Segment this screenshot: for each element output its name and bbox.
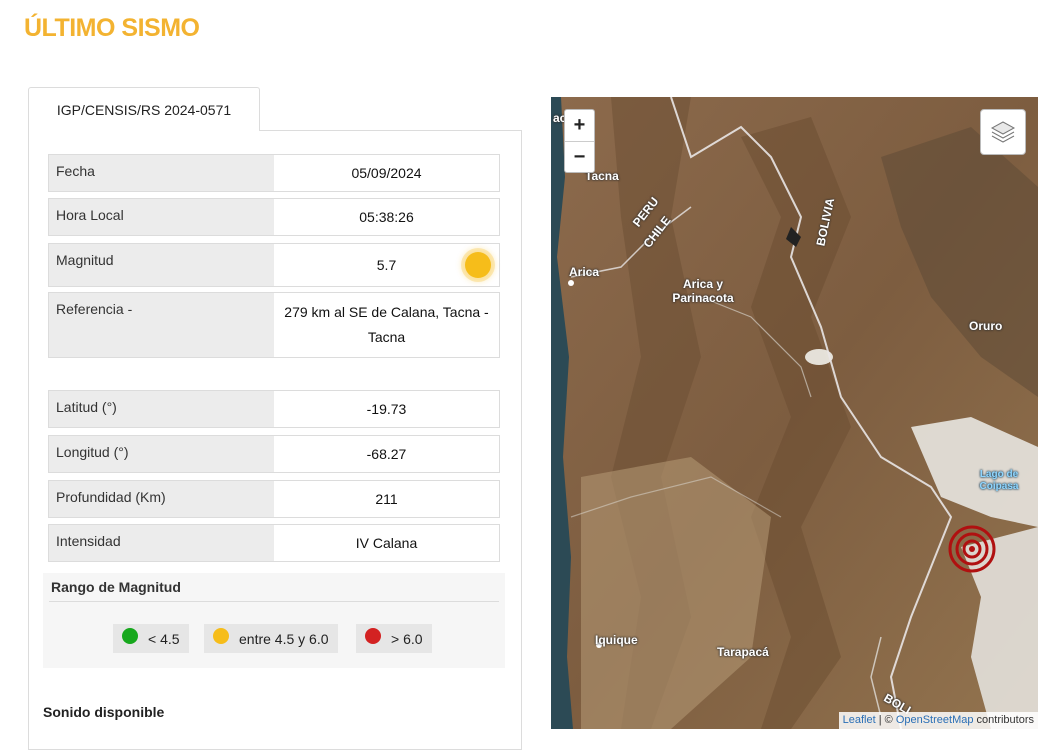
layers-icon	[990, 121, 1016, 143]
intensidad-label: Intensidad	[49, 525, 274, 561]
range-low-label: < 4.5	[148, 630, 180, 647]
sound-available-label: Sonido disponible	[43, 704, 165, 720]
attribution-separator: | ©	[875, 714, 896, 726]
range-mid-label: entre 4.5 y 6.0	[239, 630, 329, 647]
map-attribution: Leaflet | © OpenStreetMap contributors	[838, 712, 1038, 729]
fecha-value: 05/09/2024	[351, 164, 422, 181]
profundidad-label: Profundidad (Km)	[49, 481, 274, 517]
zoom-out-button[interactable]: −	[565, 142, 594, 172]
range-chip-mid: entre 4.5 y 6.0	[204, 624, 338, 653]
map-label-tarapaca: Tarapacá	[717, 645, 769, 659]
fecha-label: Fecha	[49, 155, 274, 191]
map-label-arica: Arica	[569, 265, 600, 279]
attribution-tail: contributors	[973, 714, 1034, 726]
hora-label: Hora Local	[49, 199, 274, 235]
magnitude-indicator-dot	[465, 252, 491, 278]
longitud-label: Longitud (°)	[49, 436, 274, 472]
map-label-iquique: Iquique	[595, 633, 638, 647]
row-hora: Hora Local 05:38:26	[48, 198, 500, 236]
zoom-control: + −	[564, 109, 595, 173]
magnitud-value: 5.7	[376, 256, 397, 273]
row-fecha: Fecha 05/09/2024	[48, 154, 500, 192]
range-divider	[49, 601, 499, 602]
row-longitud: Longitud (°) -68.27	[48, 435, 500, 473]
magnitud-cell: 5.7	[274, 244, 499, 286]
osm-link[interactable]: OpenStreetMap	[896, 714, 974, 726]
epicenter-map[interactable]: ac Tacna PERU CHILE BOLIVIA Arica Arica …	[551, 97, 1038, 729]
hora-value: 05:38:26	[359, 208, 414, 225]
map-label-arica-region: Arica y Parinacota	[672, 277, 734, 305]
row-magnitud: Magnitud 5.7	[48, 243, 500, 287]
range-chip-low: < 4.5	[113, 624, 189, 653]
magnitude-range-legend: Rango de Magnitud < 4.5 entre 4.5 y 6.0 …	[43, 573, 505, 668]
page-title: ÚLTIMO SISMO	[24, 14, 200, 42]
profundidad-value: 211	[375, 490, 398, 507]
magnitud-label: Magnitud	[49, 244, 274, 286]
yellow-dot-icon	[213, 627, 229, 644]
latitud-label: Latitud (°)	[49, 391, 274, 427]
referencia-label: Referencia -	[49, 293, 274, 357]
epicenter-marker-icon	[948, 525, 996, 573]
zoom-in-button[interactable]: +	[565, 110, 594, 142]
intensidad-value: IV Calana	[355, 534, 418, 551]
referencia-value: 279 km al SE de Calana, Tacna - Tacna	[284, 304, 489, 345]
row-latitud: Latitud (°) -19.73	[48, 390, 500, 428]
row-referencia: Referencia - 279 km al SE de Calana, Tac…	[48, 292, 500, 358]
red-dot-icon	[365, 627, 381, 644]
map-label-lago-coipasa: Lago de Coipasa	[979, 469, 1019, 492]
tab-event-id[interactable]: IGP/CENSIS/RS 2024-0571	[28, 87, 260, 131]
green-dot-icon	[122, 627, 138, 644]
latitud-value: -19.73	[366, 400, 407, 417]
row-profundidad: Profundidad (Km) 211	[48, 480, 500, 518]
range-title: Rango de Magnitud	[51, 579, 181, 595]
leaflet-link[interactable]: Leaflet	[843, 714, 876, 726]
row-intensidad: Intensidad IV Calana	[48, 524, 500, 562]
map-label-oruro: Oruro	[969, 319, 1003, 333]
range-high-label: > 6.0	[391, 630, 423, 647]
layers-button[interactable]	[980, 109, 1026, 155]
longitud-value: -68.27	[366, 445, 407, 462]
range-chip-high: > 6.0	[356, 624, 432, 653]
